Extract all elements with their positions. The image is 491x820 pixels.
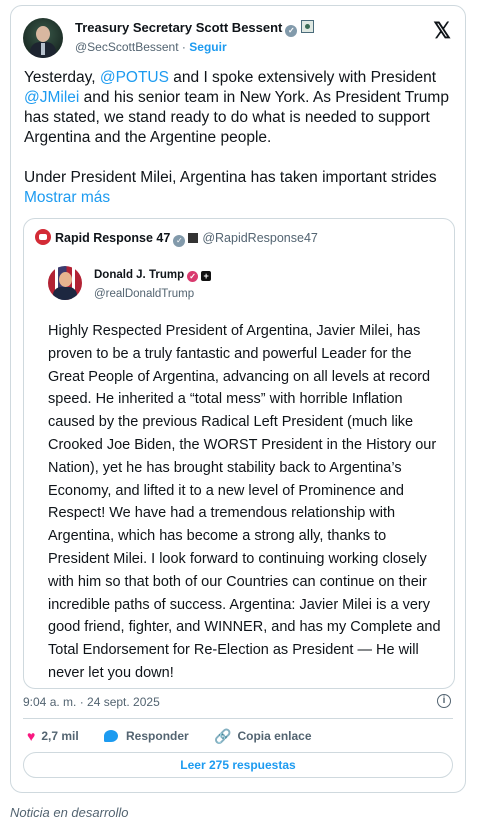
show-more-link[interactable]: Mostrar más	[24, 189, 110, 206]
tweet-paragraph-1: Yesterday, @POTUS and I spoke extensivel…	[24, 68, 454, 148]
plus-icon: +	[201, 271, 212, 281]
quoted-text: Highly Respected President of Argentina,…	[48, 323, 441, 681]
avatar-suit	[53, 287, 77, 300]
info-icon[interactable]: i	[437, 694, 451, 708]
copy-link-label: Copia enlace	[237, 729, 312, 743]
inner-handle: @realDonaldTrump	[94, 288, 195, 300]
author-name[interactable]: Treasury Secretary Scott Bessent ✓	[75, 20, 315, 37]
tweet-text-1c: and his senior team in New York. As Pres…	[24, 89, 449, 146]
tweet-text-1b: and I spoke extensively with President	[168, 69, 437, 86]
tweet-timestamp[interactable]: 9:04 a. m. · 24 sept. 2025	[23, 695, 160, 709]
handle-separator: ·	[181, 40, 186, 54]
author-handle-row: @SecScottBessent · Seguir	[75, 40, 227, 54]
tweet-body: Yesterday, @POTUS and I spoke extensivel…	[24, 68, 454, 208]
government-square-icon	[188, 233, 199, 243]
reply-button[interactable]: Responder	[104, 729, 189, 743]
trump-avatar	[48, 266, 82, 300]
footer-caption: Noticia en desarrollo	[10, 805, 129, 820]
tweet-text-1a: Yesterday,	[24, 69, 100, 86]
verified-badge-icon: ✓	[173, 235, 186, 247]
copy-link-button[interactable]: 🔗 Copia enlace	[214, 728, 311, 745]
read-replies-button[interactable]: Leer 275 respuestas	[23, 752, 453, 778]
government-flag-icon	[301, 20, 315, 33]
author-display-name[interactable]: Treasury Secretary Scott Bessent	[75, 20, 282, 35]
like-button[interactable]: ♥ 2,7 mil	[27, 728, 79, 744]
tweet-actions: ♥ 2,7 mil Responder 🔗 Copia enlace	[27, 728, 334, 748]
inner-display-name: Donald J. Trump	[94, 269, 185, 281]
like-count: 2,7 mil	[41, 729, 79, 743]
rapid-response-avatar	[35, 229, 51, 245]
quoted-handle: @RapidResponse47	[202, 231, 318, 245]
reply-label: Responder	[126, 729, 189, 743]
verified-badge-icon: ✓	[187, 271, 199, 282]
reply-bubble-icon	[104, 730, 119, 742]
verified-badge-icon: ✓	[285, 25, 298, 37]
divider	[23, 718, 453, 719]
avatar-face	[36, 26, 50, 42]
inner-author-name: Donald J. Trump ✓ +	[94, 269, 212, 282]
quoted-display-name: Rapid Response 47	[55, 231, 171, 245]
x-logo-icon[interactable]: 𝕏	[433, 18, 451, 44]
heart-icon: ♥	[27, 728, 36, 744]
avatar-face	[59, 272, 72, 287]
tweet-header: Treasury Secretary Scott Bessent ✓ @SecSc…	[23, 16, 453, 60]
mention-jmilei[interactable]: @JMilei	[24, 89, 79, 106]
quoted-header: Rapid Response 47 ✓ @RapidResponse47	[35, 229, 318, 247]
avatar-tie	[41, 43, 45, 55]
tweet-card: Treasury Secretary Scott Bessent ✓ @SecSc…	[10, 5, 466, 793]
author-avatar[interactable]	[23, 18, 63, 58]
quoted-tweet[interactable]: Rapid Response 47 ✓ @RapidResponse47 Donal…	[23, 218, 455, 689]
follow-button[interactable]: Seguir	[189, 40, 226, 54]
mention-potus[interactable]: @POTUS	[100, 69, 169, 86]
author-handle[interactable]: @SecScottBessent	[75, 40, 179, 54]
tweet-text-2: Under President Milei, Argentina has tak…	[24, 169, 437, 186]
link-icon: 🔗	[214, 728, 232, 744]
tweet-paragraph-2: Under President Milei, Argentina has tak…	[24, 168, 454, 208]
